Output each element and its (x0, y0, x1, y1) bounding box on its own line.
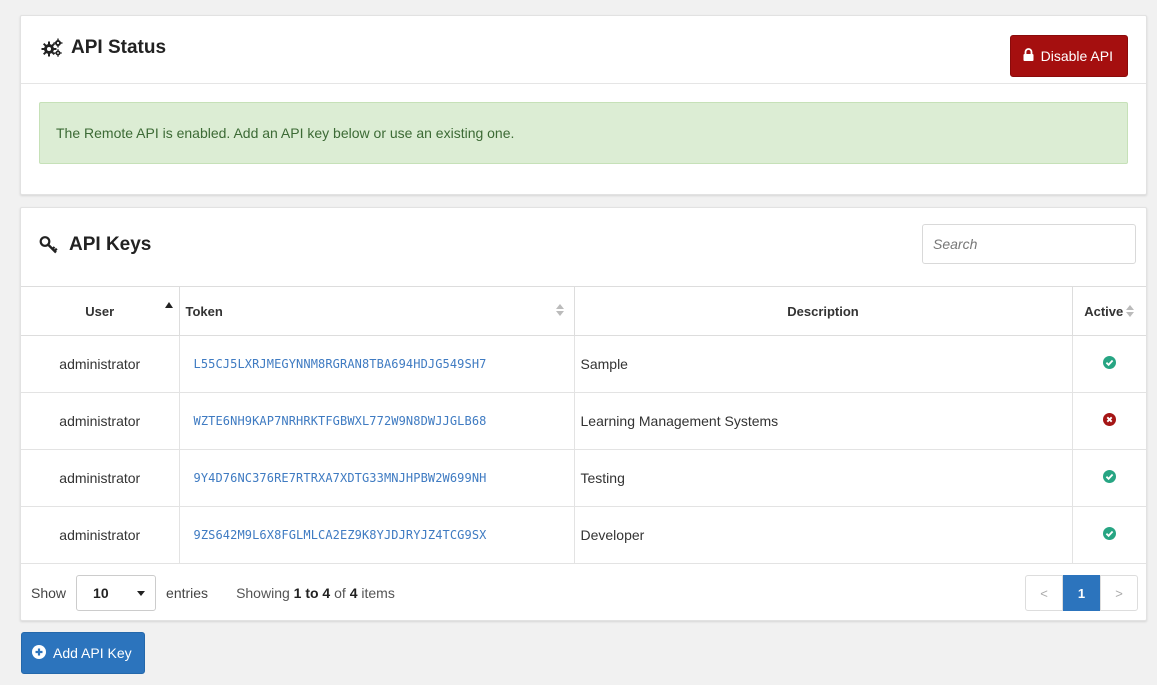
table-row: administrator WZTE6NH9KAP7NRHRKTFGBWXL77… (21, 392, 1146, 450)
user-cell: administrator (21, 506, 180, 564)
items-label: items (361, 585, 395, 601)
entries-label: entries (166, 585, 209, 601)
user-cell: administrator (21, 449, 180, 507)
entries-select-value: 10 (93, 585, 109, 601)
column-header-description-label: Description (787, 303, 859, 319)
table-row: administrator L55CJ5LXRJMEGYNNM8RGRAN8TB… (21, 335, 1146, 393)
table-footer: Show 10 entries Showing 1 to 4 of 4 item… (21, 564, 1146, 622)
token-link[interactable]: 9ZS642M9L6X8FGLMLCA2EZ9K8YJDJRYJZ4TCG9SX (179, 506, 575, 564)
api-status-panel: API Status Disable API The Remote API is… (20, 15, 1147, 195)
api-status-title-text: API Status (71, 36, 167, 58)
showing-total: 4 (349, 585, 358, 601)
page: API Status Disable API The Remote API is… (0, 0, 1157, 685)
lock-icon (1023, 47, 1034, 64)
next-page-button[interactable]: > (1100, 575, 1138, 611)
active-cell[interactable] (1072, 335, 1146, 393)
gears-icon (41, 38, 63, 58)
check-circle-icon (1102, 527, 1116, 543)
column-header-active[interactable]: Active (1072, 286, 1146, 336)
api-enabled-alert: The Remote API is enabled. Add an API ke… (39, 102, 1128, 164)
showing-prefix: Showing (236, 585, 290, 601)
caret-down-icon (137, 590, 146, 596)
column-header-active-label: Active (1084, 303, 1124, 319)
api-keys-header: API Keys (21, 208, 1146, 286)
table-row: administrator 9ZS642M9L6X8FGLMLCA2EZ9K8Y… (21, 506, 1146, 564)
showing-range: 1 to 4 (293, 585, 331, 601)
token-link[interactable]: 9Y4D76NC376RE7RTRXA7XDTG33MNJHPBW2W699NH (179, 449, 575, 507)
check-circle-icon (1102, 356, 1116, 372)
column-header-user-label: User (85, 303, 115, 319)
page-1-button[interactable]: 1 (1063, 575, 1100, 611)
column-header-user[interactable]: User (21, 286, 180, 336)
search-input[interactable] (922, 224, 1136, 264)
api-keys-panel: API Keys User Token Description (20, 207, 1147, 621)
active-cell[interactable] (1072, 506, 1146, 564)
plus-circle-icon (32, 644, 46, 662)
check-circle-icon (1102, 470, 1116, 486)
times-circle-icon (1102, 413, 1116, 429)
sort-icon (1126, 304, 1135, 318)
add-api-key-label: Add API Key (53, 645, 132, 661)
api-keys-table: User Token Description Active administra… (21, 286, 1146, 564)
user-cell: administrator (21, 335, 180, 393)
api-status-title: API Status (41, 37, 166, 59)
entries-length-control: Show 10 entries Showing 1 to 4 of 4 item… (31, 575, 395, 611)
add-api-key-button[interactable]: Add API Key (21, 632, 145, 674)
api-keys-title: API Keys (39, 234, 151, 256)
description-cell: Developer (574, 506, 1073, 564)
sort-icon (555, 304, 564, 318)
active-cell[interactable] (1072, 392, 1146, 450)
api-keys-title-text: API Keys (69, 234, 152, 255)
column-header-token[interactable]: Token (179, 286, 575, 336)
table-info: Showing 1 to 4 of 4 items (236, 585, 395, 601)
token-link[interactable]: L55CJ5LXRJMEGYNNM8RGRAN8TBA694HDJG549SH7 (179, 335, 575, 393)
description-cell: Sample (574, 335, 1073, 393)
user-cell: administrator (21, 392, 180, 450)
entries-select[interactable]: 10 (76, 575, 157, 611)
api-status-header: API Status Disable API (21, 16, 1146, 84)
show-label: Show (31, 585, 67, 601)
disable-api-label: Disable API (1040, 47, 1113, 64)
previous-page-button[interactable]: < (1025, 575, 1063, 611)
key-icon (39, 235, 61, 255)
column-header-token-label: Token (185, 303, 223, 319)
table-header-row: User Token Description Active (21, 286, 1146, 336)
token-link[interactable]: WZTE6NH9KAP7NRHRKTFGBWXL772W9N8DWJJGLB68 (179, 392, 575, 450)
column-header-description: Description (574, 286, 1073, 336)
sort-ascending-icon (164, 302, 173, 308)
active-cell[interactable] (1072, 449, 1146, 507)
disable-api-button[interactable]: Disable API (1009, 34, 1128, 77)
pagination: < 1 > (1025, 575, 1138, 611)
description-cell: Testing (574, 449, 1073, 507)
description-cell: Learning Management Systems (574, 392, 1073, 450)
table-row: administrator 9Y4D76NC376RE7RTRXA7XDTG33… (21, 449, 1146, 507)
of-label: of (334, 585, 346, 601)
